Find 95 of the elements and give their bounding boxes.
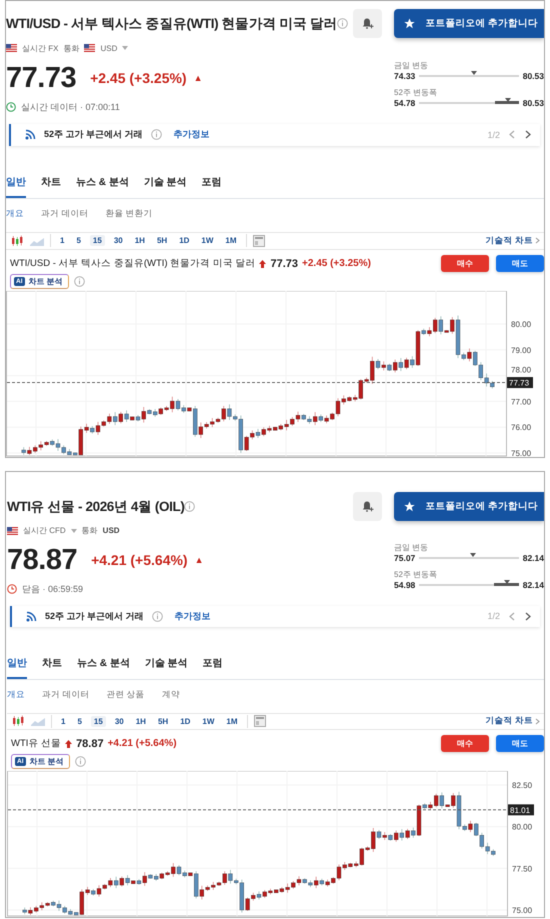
timeframe-button[interactable]: 5H	[154, 235, 170, 246]
timeframe-button[interactable]: 1W	[198, 235, 216, 246]
axis-label: 80.00	[512, 822, 532, 832]
range-low: 54.78	[394, 98, 416, 108]
price-tag: 81.01	[508, 804, 534, 816]
chart-price: 77.73	[270, 258, 298, 270]
range-label: 52주 변동폭	[394, 568, 438, 580]
buy-button[interactable]: 매수	[441, 735, 489, 752]
range-high: 80.53	[522, 98, 544, 108]
timeframe-button[interactable]: 5	[73, 235, 84, 246]
axis-label: 82.50	[512, 781, 532, 790]
range-label: 금일 변동	[394, 60, 430, 71]
subtab[interactable]: 개요	[6, 208, 24, 220]
timeframe-button[interactable]: 1	[58, 716, 68, 727]
subtab[interactable]: 계약	[162, 688, 180, 701]
last-price: 77.73	[6, 60, 76, 95]
notice-text: 52주 고가 부근에서 거래	[45, 610, 144, 623]
axis-label: 76.00	[511, 423, 532, 432]
page-title: WTI유 선물 - 2026년 4월 (OIL)	[7, 498, 184, 516]
range-high: 82.14	[522, 580, 544, 590]
notice-text: 52주 고가 부근에서 거래	[44, 128, 143, 142]
timeframe-button[interactable]: 1M	[223, 716, 241, 727]
more-info-link[interactable]: 추가정보	[174, 610, 211, 623]
price-change: +4.21 (+5.64%)	[91, 552, 188, 568]
tab[interactable]: 기술 분석	[144, 652, 188, 679]
range-low: 75.07	[394, 552, 416, 563]
chart-price-change: +4.21 (+5.64%)	[108, 738, 177, 749]
range-high: 80.53	[522, 70, 544, 81]
price-tag: 77.73	[507, 377, 533, 388]
tab[interactable]: 뉴스 & 분석	[77, 652, 130, 679]
range-low: 74.33	[394, 70, 416, 81]
tab[interactable]: 차트	[42, 652, 62, 679]
chart-symbol-name: WTI/USD - 서부 텍사스 중질유(WTI) 현물가격 미국 달러	[10, 257, 256, 270]
more-info-link[interactable]: 추가정보	[174, 128, 210, 142]
chart-price: 78.87	[76, 738, 104, 750]
axis-label: 77.00	[511, 397, 532, 406]
axis-label: 75.00	[511, 449, 532, 457]
pager-count: 1/2	[487, 611, 500, 622]
add-to-portfolio-button[interactable]: 포트폴리오에 추가합니다	[394, 492, 544, 521]
axis-label: 75.00	[512, 906, 532, 915]
chart-symbol-name: WTI유 선물	[11, 737, 62, 750]
last-price: 78.87	[7, 542, 78, 577]
market-status: 닫음 · 06:59:59	[22, 582, 84, 596]
tab[interactable]: 일반	[7, 652, 27, 679]
timeframe-button[interactable]: 1D	[177, 716, 194, 727]
axis-label: 79.00	[511, 346, 532, 355]
tab[interactable]: 포럼	[202, 170, 222, 198]
timeframe-button[interactable]: 1D	[176, 235, 192, 246]
sell-button[interactable]: 매도	[496, 255, 544, 272]
timeframe-button[interactable]: 1M	[222, 235, 240, 246]
tab[interactable]: 기술 분석	[144, 170, 187, 198]
range-high: 82.14	[522, 552, 544, 563]
range-label: 52주 변동폭	[394, 86, 438, 98]
tab[interactable]: 일반	[6, 170, 26, 198]
meta-label: 통화	[63, 42, 80, 54]
meta-label: USD	[100, 44, 118, 53]
range-label: 금일 변동	[394, 542, 430, 553]
technical-chart-link[interactable]: 기술적 차트	[486, 715, 540, 728]
subtab[interactable]: 과거 데이터	[42, 688, 90, 701]
timeframe-button[interactable]: 1	[57, 235, 68, 246]
page-title: WTI/USD - 서부 텍사스 중질유(WTI) 현물가격 미국 달러	[6, 14, 338, 32]
pager-count: 1/2	[487, 130, 500, 140]
sell-button[interactable]: 매도	[496, 735, 544, 752]
axis-label: 80.00	[511, 320, 532, 330]
meta-label: 실시간 CFD	[23, 525, 66, 536]
meta-value: USD	[102, 526, 120, 536]
subtab[interactable]: 과거 데이터	[41, 208, 88, 220]
timeframe-button[interactable]: 1H	[132, 235, 148, 246]
timeframe-button[interactable]: 30	[110, 235, 126, 246]
subtab[interactable]: 환율 변환기	[105, 208, 153, 220]
change-arrow: ▲	[194, 554, 204, 565]
timeframe-button[interactable]: 5	[74, 716, 85, 727]
axis-label: 77.50	[512, 864, 532, 874]
subtab[interactable]: 관련 상품	[106, 688, 145, 701]
technical-chart-link[interactable]: 기술적 차트	[486, 234, 540, 247]
timeframe-button[interactable]: 15	[90, 235, 105, 246]
add-to-portfolio-button[interactable]: 포트폴리오에 추가합니다	[394, 9, 544, 38]
market-status: 실시간 데이터 · 07:00:11	[21, 100, 120, 114]
tab[interactable]: 포럼	[202, 652, 223, 679]
tab[interactable]: 뉴스 & 분석	[76, 170, 129, 198]
meta-label: 실시간 FX	[22, 42, 58, 54]
timeframe-button[interactable]: 15	[90, 716, 106, 727]
subtab[interactable]: 개요	[7, 688, 25, 701]
change-arrow: ▲	[194, 72, 203, 83]
timeframe-button[interactable]: 1H	[132, 716, 149, 727]
axis-label: 78.00	[511, 366, 532, 375]
meta-label: 통화	[82, 525, 98, 536]
range-low: 54.98	[394, 580, 416, 590]
tab[interactable]: 차트	[41, 170, 61, 198]
chart-price-change: +2.45 (+3.25%)	[302, 258, 371, 270]
timeframe-button[interactable]: 30	[112, 716, 127, 727]
timeframe-button[interactable]: 5H	[154, 716, 172, 727]
price-change: +2.45 (+3.25%)	[90, 70, 187, 86]
buy-button[interactable]: 매수	[441, 255, 489, 272]
timeframe-button[interactable]: 1W	[199, 716, 218, 727]
